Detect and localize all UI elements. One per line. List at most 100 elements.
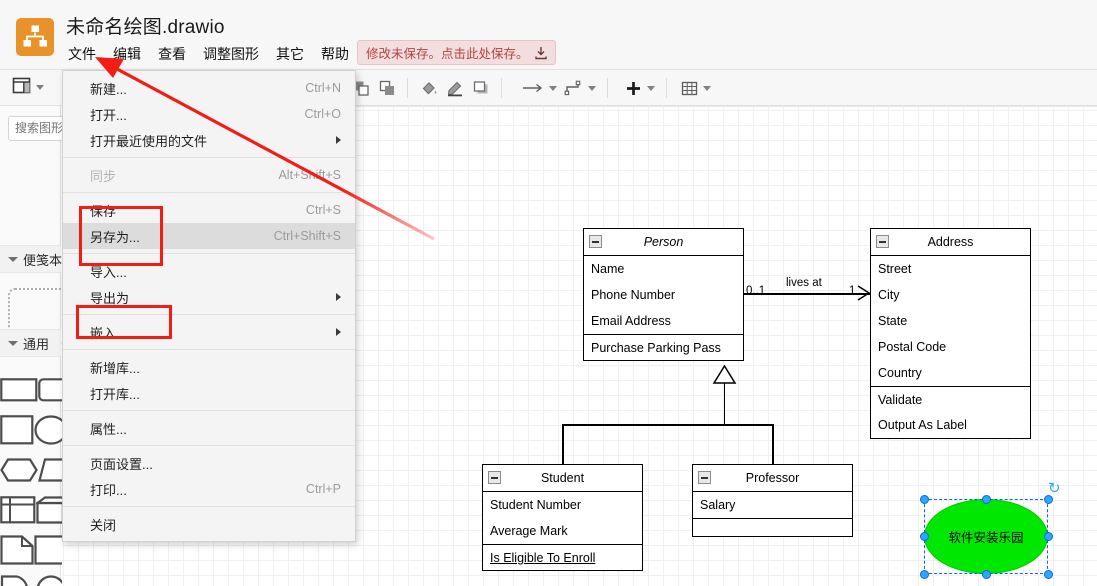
shape-hexagon[interactable] bbox=[0, 450, 38, 490]
collapse-icon[interactable] bbox=[488, 471, 501, 484]
resize-handle-s[interactable] bbox=[982, 570, 991, 579]
menu-item-new-library[interactable]: 新增库... bbox=[63, 354, 355, 380]
uml-attribute: Student Number bbox=[483, 492, 642, 518]
chevron-down-icon bbox=[8, 257, 18, 262]
collapse-icon[interactable] bbox=[698, 471, 711, 484]
menu-item-properties[interactable]: 属性... bbox=[63, 415, 355, 441]
menu-item-save[interactable]: 保存 Ctrl+S bbox=[63, 197, 355, 223]
menu-item-close[interactable]: 关闭 bbox=[63, 511, 355, 537]
toolbar-divider bbox=[666, 78, 667, 98]
uml-class-name: Professor bbox=[746, 471, 800, 485]
menu-separator bbox=[63, 349, 355, 350]
rotate-handle-icon[interactable]: ↻ bbox=[1048, 481, 1061, 496]
toolbar-divider bbox=[407, 78, 408, 98]
sidebar-section-label: 便笺本 bbox=[23, 250, 62, 269]
fill-color-icon[interactable] bbox=[416, 75, 442, 101]
menu-separator bbox=[63, 445, 355, 446]
toolbar-divider bbox=[607, 78, 608, 98]
uml-method: Is Eligible To Enroll bbox=[483, 544, 642, 570]
uml-class-person[interactable]: Person Name Phone Number Email Address P… bbox=[583, 228, 744, 361]
menu-item-new[interactable]: 新建... Ctrl+N bbox=[63, 75, 355, 101]
uml-class-title-row: Professor bbox=[693, 465, 852, 492]
uml-class-name: Person bbox=[644, 235, 684, 249]
generalization-horizontal[interactable] bbox=[562, 424, 774, 426]
target-multiplicity-label: 1 bbox=[849, 285, 855, 297]
menu-separator bbox=[63, 410, 355, 411]
menu-item-import[interactable]: 导入... bbox=[63, 258, 355, 284]
menu-item-open-recent[interactable]: 打开最近使用的文件 bbox=[63, 127, 355, 153]
collapse-icon[interactable] bbox=[589, 235, 602, 248]
generalization-branch-left[interactable] bbox=[562, 424, 564, 464]
chevron-down-icon[interactable] bbox=[36, 85, 44, 90]
line-color-icon[interactable] bbox=[442, 75, 468, 101]
menu-item-synchronize: 同步 Alt+Shift+S bbox=[63, 162, 355, 188]
collapse-icon[interactable] bbox=[876, 235, 889, 248]
selection-rectangle bbox=[924, 499, 1048, 574]
chevron-down-icon[interactable] bbox=[703, 86, 711, 91]
uml-class-title-row: Student bbox=[483, 465, 642, 492]
chevron-down-icon[interactable] bbox=[549, 86, 557, 91]
shape-rectangle[interactable] bbox=[0, 370, 38, 410]
chevron-down-icon[interactable] bbox=[647, 86, 655, 91]
menu-arrange[interactable]: 调整图形 bbox=[202, 44, 260, 64]
sidebar-section-scratchpad[interactable]: 便笺本 bbox=[0, 245, 61, 273]
generalization-branch-right[interactable] bbox=[772, 424, 774, 464]
resize-handle-se[interactable] bbox=[1044, 570, 1053, 579]
chevron-down-icon bbox=[8, 341, 18, 346]
panel-toggle-icon bbox=[12, 76, 31, 100]
shape-semicircle[interactable] bbox=[0, 570, 34, 586]
uml-attribute: State bbox=[871, 308, 1030, 334]
menu-item-save-as[interactable]: 另存为... Ctrl+Shift+S bbox=[63, 223, 355, 249]
resize-handle-nw[interactable] bbox=[920, 495, 929, 504]
resize-handle-n[interactable] bbox=[982, 495, 991, 504]
uml-method: Validate bbox=[871, 386, 1030, 412]
uml-method: Output As Label bbox=[871, 412, 1030, 438]
shape-internal-storage[interactable] bbox=[0, 490, 36, 530]
toolbar-style-group bbox=[416, 70, 509, 106]
menu-item-embed[interactable]: 嵌入 bbox=[63, 319, 355, 345]
menu-extras[interactable]: 其它 bbox=[275, 44, 305, 64]
format-panel-toggle[interactable] bbox=[0, 70, 61, 106]
menu-item-export-as[interactable]: 导出为 bbox=[63, 284, 355, 310]
edge-style-icon[interactable] bbox=[561, 75, 587, 101]
menu-file[interactable]: 文件 bbox=[67, 44, 97, 64]
file-dropdown-menu[interactable]: 新建... Ctrl+N 打开... Ctrl+O 打开最近使用的文件 同步 A… bbox=[62, 70, 356, 542]
toolbar-insert-group bbox=[620, 70, 674, 106]
uml-attribute: Postal Code bbox=[871, 334, 1030, 360]
uml-class-title-row: Person bbox=[584, 229, 743, 256]
shape-document[interactable] bbox=[0, 530, 34, 570]
uml-attribute: Salary bbox=[693, 492, 852, 518]
menu-separator bbox=[63, 506, 355, 507]
menu-help[interactable]: 帮助 bbox=[320, 44, 350, 64]
menu-item-open-library[interactable]: 打开库... bbox=[63, 380, 355, 406]
shadow-icon[interactable] bbox=[468, 75, 494, 101]
menu-view[interactable]: 查看 bbox=[157, 44, 187, 64]
to-back-icon[interactable] bbox=[374, 75, 400, 101]
uml-attribute: Name bbox=[584, 256, 743, 282]
sidebar-section-label: 通用 bbox=[23, 334, 49, 353]
chevron-down-icon[interactable] bbox=[588, 86, 596, 91]
uml-attribute: Street bbox=[871, 256, 1030, 282]
sidebar-section-general[interactable]: 通用 bbox=[0, 329, 61, 357]
resize-handle-sw[interactable] bbox=[920, 570, 929, 579]
uml-attribute: Average Mark bbox=[483, 518, 642, 544]
uml-class-address[interactable]: Address Street City State Postal Code Co… bbox=[870, 228, 1031, 439]
resize-handle-w[interactable] bbox=[920, 532, 929, 541]
menu-item-page-setup[interactable]: 页面设置... bbox=[63, 450, 355, 476]
resize-handle-e[interactable] bbox=[1044, 532, 1053, 541]
insert-icon[interactable] bbox=[620, 75, 646, 101]
uml-attribute: Email Address bbox=[584, 308, 743, 334]
menu-edit[interactable]: 编辑 bbox=[112, 44, 142, 64]
menu-bar: 文件 编辑 查看 调整图形 其它 帮助 bbox=[67, 44, 350, 64]
menu-item-print[interactable]: 打印... Ctrl+P bbox=[63, 476, 355, 502]
waypoints-icon[interactable] bbox=[518, 75, 548, 101]
uml-method: Purchase Parking Pass bbox=[584, 334, 743, 360]
unsaved-changes-banner[interactable]: 修改未保存。点击此处保存。 bbox=[357, 40, 556, 65]
table-icon[interactable] bbox=[676, 75, 702, 101]
menu-item-open[interactable]: 打开... Ctrl+O bbox=[63, 101, 355, 127]
uml-class-student[interactable]: Student Student Number Average Mark Is E… bbox=[482, 464, 643, 571]
uml-class-professor[interactable]: Professor Salary bbox=[692, 464, 853, 537]
generalization-vertical[interactable] bbox=[724, 382, 726, 426]
shape-square[interactable] bbox=[0, 410, 34, 450]
drawio-logo bbox=[16, 18, 54, 56]
